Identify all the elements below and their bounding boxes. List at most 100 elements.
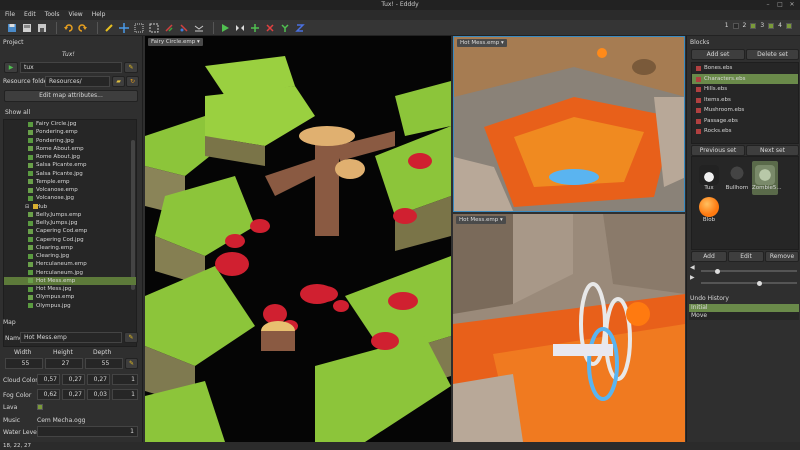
block-set-item[interactable]: Characters.ebs — [692, 73, 798, 84]
viewport-tab[interactable]: Hot Mess.emp ▾ — [456, 216, 506, 224]
rename-map-button[interactable]: ✎ — [124, 332, 138, 343]
fog-r-field[interactable]: 0,62 — [37, 389, 60, 400]
palette-item-tux[interactable]: Tux — [696, 165, 722, 191]
save-as-icon[interactable] — [21, 22, 33, 34]
play-icon[interactable] — [219, 22, 231, 34]
refresh-button[interactable]: ↻ — [126, 76, 139, 87]
fill-icon[interactable] — [178, 22, 190, 34]
block-set-item[interactable]: Hills.ebs — [692, 84, 798, 95]
x-axis-icon[interactable] — [264, 22, 276, 34]
fog-b-field[interactable]: 0,03 — [87, 389, 110, 400]
add-set-button[interactable]: Add set — [691, 49, 745, 60]
slider-1-knob[interactable] — [714, 268, 720, 274]
next-set-button[interactable]: Next set — [746, 145, 799, 156]
tree-item[interactable]: Volcanose.emp — [4, 186, 136, 194]
viewport-tab[interactable]: Fairy Circle.emp ▾ — [148, 38, 203, 46]
arrow-right-icon[interactable]: ▶ — [690, 274, 695, 281]
flip-icon[interactable] — [249, 22, 261, 34]
select-icon[interactable] — [148, 22, 160, 34]
music-value[interactable]: Cem Mecha.ogg — [37, 417, 85, 424]
block-set-item[interactable]: Mushroom.ebs — [692, 105, 798, 116]
cloud-a-field[interactable]: 1 — [112, 374, 138, 385]
tree-item[interactable]: Salsa Picante.emp — [4, 161, 136, 169]
tree-item[interactable]: Volcanose.jpg — [4, 194, 136, 202]
mirror-icon[interactable] — [234, 22, 246, 34]
arrow-left-icon[interactable]: ◀ — [690, 264, 695, 271]
tree-item[interactable]: Salsa Picante.jpg — [4, 170, 136, 178]
tree-item[interactable]: Clearing.emp — [4, 244, 136, 252]
save-icon[interactable] — [6, 22, 18, 34]
tree-item[interactable]: Hot Mess.emp — [4, 276, 136, 285]
water-level-field[interactable]: 1 — [37, 426, 138, 437]
tree-item[interactable]: Hot Mess.jpg — [4, 285, 136, 293]
redo-icon[interactable] — [77, 22, 89, 34]
tree-item[interactable]: Temple.emp — [4, 178, 136, 186]
run-button[interactable]: ▶ — [4, 62, 18, 73]
pencil-icon[interactable] — [103, 22, 115, 34]
maximize-icon[interactable]: □ — [776, 1, 784, 9]
tree-item[interactable]: Belly.Jumps.jpg — [4, 219, 136, 227]
viewport-tab[interactable]: Hot Mess.emp ▾ — [457, 39, 507, 47]
tree-item[interactable]: Belly.Jumps.emp — [4, 211, 136, 219]
z-axis-icon[interactable] — [294, 22, 306, 34]
eraser-icon[interactable] — [163, 22, 175, 34]
cloud-r-field[interactable]: 0,57 — [37, 374, 60, 385]
layer-3-checkbox[interactable] — [768, 22, 775, 29]
palette-item-bullhorn[interactable]: Bullhorn — [724, 165, 750, 191]
tree-item[interactable]: Rome About.jpg — [4, 153, 136, 161]
rotate-icon[interactable] — [193, 22, 205, 34]
tree-item[interactable]: Pondering.emp — [4, 128, 136, 136]
depth-field[interactable]: 55 — [85, 358, 123, 369]
menu-tools[interactable]: Tools — [45, 10, 60, 20]
tree-item[interactable]: Olympus.emp — [4, 293, 136, 301]
tree-item[interactable]: Olympus.jpg — [4, 302, 136, 310]
tree-item[interactable]: Capering Cod.jpg — [4, 236, 136, 244]
menu-view[interactable]: View — [68, 10, 82, 20]
layer-1-checkbox[interactable] — [732, 22, 739, 29]
map-name-field[interactable]: Hot Mess.emp — [20, 332, 122, 343]
cloud-b-field[interactable]: 0,27 — [87, 374, 110, 385]
previous-set-button[interactable]: Previous set — [691, 145, 745, 156]
palette-item-zombie[interactable]: Zombie5... — [752, 161, 782, 195]
lava-checkbox[interactable] — [37, 404, 43, 410]
minimize-icon[interactable]: – — [764, 1, 772, 9]
apply-size-button[interactable]: ✎ — [125, 358, 138, 369]
tree-item[interactable]: Herculaneum.emp — [4, 260, 136, 268]
edit-map-attributes-button[interactable]: Edit map attributes... — [4, 90, 138, 102]
y-axis-icon[interactable] — [279, 22, 291, 34]
tree-item[interactable]: Herculaneum.jpg — [4, 269, 136, 277]
collapse-icon[interactable]: ⊟ — [25, 203, 29, 211]
menu-edit[interactable]: Edit — [24, 10, 36, 20]
viewport-fairy-circle[interactable]: Fairy Circle.emp ▾ — [145, 36, 451, 442]
resize-icon[interactable] — [133, 22, 145, 34]
undo-item-initial[interactable]: Initial — [689, 304, 799, 312]
block-set-item[interactable]: Bones.ebs — [692, 63, 798, 74]
slider-1[interactable] — [701, 268, 797, 274]
width-field[interactable]: 55 — [5, 358, 43, 369]
undo-item-move[interactable]: Move — [689, 312, 799, 320]
viewport-hot-mess-bottom[interactable]: Hot Mess.emp ▾ — [453, 214, 685, 442]
layer-2-checkbox[interactable] — [750, 22, 757, 29]
show-all-toggle[interactable]: Show all — [5, 109, 30, 116]
browse-folder-button[interactable]: ▰ — [112, 76, 125, 87]
block-set-item[interactable]: Passage.ebs — [692, 116, 798, 127]
remove-block-button[interactable]: Remove — [765, 251, 799, 262]
tree-item[interactable]: Pondering.jpg — [4, 137, 136, 145]
slider-2[interactable] — [701, 280, 797, 286]
slider-2-knob[interactable] — [757, 280, 763, 286]
height-field[interactable]: 27 — [45, 358, 83, 369]
save-all-icon[interactable] — [36, 22, 48, 34]
tree-item[interactable]: Fairy Circle.jpg — [4, 120, 136, 128]
edit-entity-button[interactable]: ✎ — [124, 62, 138, 73]
close-icon[interactable]: ✕ — [788, 1, 796, 9]
cloud-g-field[interactable]: 0,27 — [62, 374, 85, 385]
fog-a-field[interactable]: 1 — [112, 389, 138, 400]
tree-item[interactable]: Capering Cod.emp — [4, 227, 136, 235]
edit-block-button[interactable]: Edit — [728, 251, 764, 262]
layer-4-checkbox[interactable] — [786, 22, 792, 29]
undo-icon[interactable] — [62, 22, 74, 34]
menu-help[interactable]: Help — [92, 10, 106, 20]
move-icon[interactable] — [118, 22, 130, 34]
palette-item-blob[interactable]: Blob — [696, 197, 722, 223]
resource-folder-field[interactable]: Resources/ — [45, 76, 110, 87]
